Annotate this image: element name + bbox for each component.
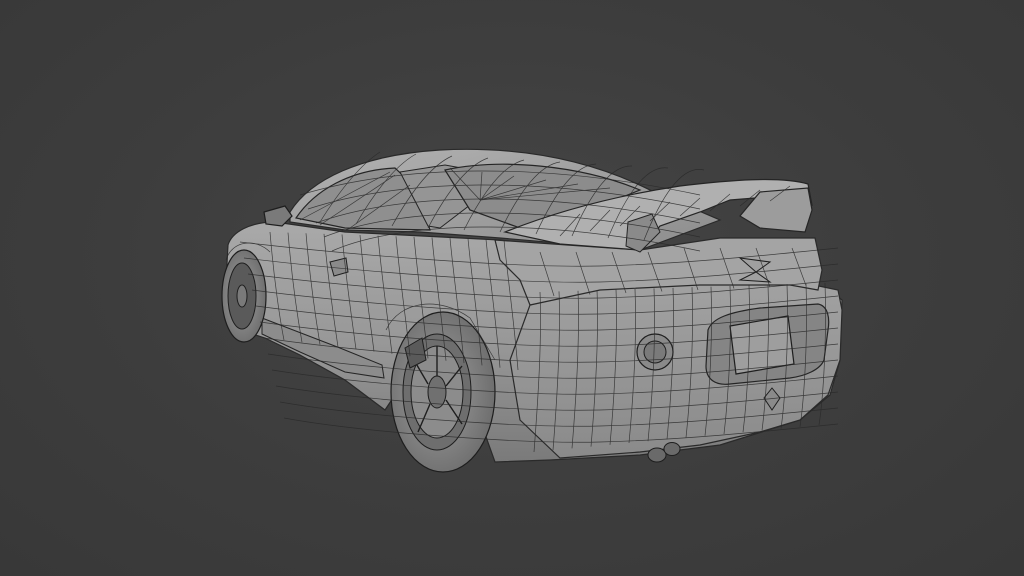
car-exhaust-tip-left[interactable] [647,447,667,463]
car-model[interactable] [221,148,843,473]
3d-viewport[interactable] [0,0,1024,576]
car-exhaust-tip-right[interactable] [663,442,681,456]
viewport-canvas[interactable] [0,0,1024,576]
car-side-mirror[interactable] [263,205,293,227]
car-front-wheel[interactable] [221,249,267,343]
